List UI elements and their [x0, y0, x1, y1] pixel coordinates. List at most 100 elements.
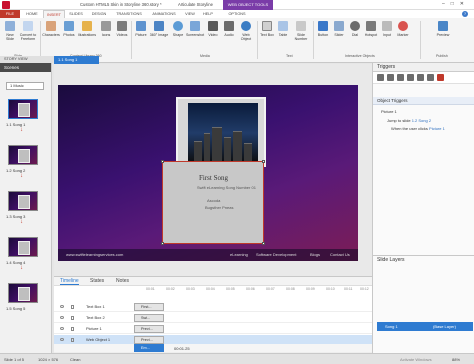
photos-button[interactable]: Photos: [61, 21, 77, 37]
screenshot-button[interactable]: Screenshot: [186, 21, 204, 37]
resize-handle[interactable]: [262, 160, 265, 163]
picture-1[interactable]: [176, 97, 266, 167]
edit-trigger-icon[interactable]: [387, 74, 394, 81]
marker-button[interactable]: Marker: [395, 21, 411, 37]
tab-insert[interactable]: INSERT: [43, 10, 65, 18]
divider: [313, 21, 314, 59]
ruler-tick: 00:08: [286, 287, 295, 291]
lock-icon[interactable]: [71, 316, 74, 320]
audio-button[interactable]: Audio: [221, 21, 237, 37]
app-name: Articulate Storyline: [178, 2, 213, 7]
illustrations-button[interactable]: Illustrations: [77, 21, 97, 37]
base-layer-row[interactable]: Song 1 (Base Layer): [377, 322, 473, 331]
tab-help[interactable]: HELP: [200, 10, 216, 18]
slide-thumbnail[interactable]: [8, 237, 38, 257]
web-object-button[interactable]: Web Object: [237, 21, 255, 41]
scene-selector[interactable]: 1 Music: [6, 82, 44, 90]
ruler-tick: 00:06: [246, 287, 255, 291]
picture-button[interactable]: Picture: [133, 21, 149, 37]
tab-slides[interactable]: SLIDES: [66, 10, 86, 18]
story-view-button[interactable]: STORY VIEW: [0, 56, 60, 63]
videos-button[interactable]: Videos: [114, 21, 130, 37]
paste-icon[interactable]: [427, 74, 434, 81]
timeline-bar[interactable]: First...: [134, 303, 164, 311]
table-button[interactable]: Table: [275, 21, 291, 37]
slide-thumbnail[interactable]: [8, 283, 38, 303]
tab-options[interactable]: OPTIONS: [223, 10, 251, 18]
tab-design[interactable]: DESIGN: [88, 10, 110, 18]
slide-number-button[interactable]: Slide Number: [291, 21, 311, 41]
tab-animations[interactable]: ANIMATIONS: [148, 10, 180, 18]
timeline-bar[interactable]: Previ...: [134, 336, 164, 344]
characters-button[interactable]: Characters: [42, 21, 60, 37]
eye-icon[interactable]: [60, 316, 64, 319]
scenes-header: Scenes: [0, 63, 51, 72]
shape-button[interactable]: Shape: [170, 21, 186, 37]
ruler-tick: 00:05: [226, 287, 235, 291]
video-button[interactable]: Video: [205, 21, 221, 37]
tab-file[interactable]: FILE: [0, 10, 20, 18]
timeline-bar[interactable]: Em...: [134, 344, 164, 352]
move-up-icon[interactable]: [397, 74, 404, 81]
slide-thumbnail[interactable]: [8, 99, 38, 119]
new-trigger-icon[interactable]: [377, 74, 384, 81]
slide-stage[interactable]: First Song Swift eLearning Song Number 0…: [58, 85, 358, 261]
slide-layers-panel: Slide Layers Song 1 (Base Layer): [372, 255, 474, 353]
timeline-row[interactable]: Text Box 1 First...: [54, 302, 372, 312]
tab-notes[interactable]: Notes: [116, 278, 129, 284]
trigger-action[interactable]: Jump to slide 1.2 Song 2: [387, 118, 431, 123]
timeline-row[interactable]: Picture 1 Previ...: [54, 324, 372, 334]
convert-to-freeform-button[interactable]: Convert to Freeform: [18, 21, 38, 41]
eye-icon[interactable]: [60, 305, 64, 308]
zoom-level[interactable]: 88%: [452, 354, 460, 364]
resize-handle[interactable]: [161, 242, 164, 245]
icons-button[interactable]: Icons: [98, 21, 114, 37]
ribbon-tabs: FILE HOME INSERT SLIDES DESIGN TRANSITIO…: [0, 10, 474, 18]
trigger-condition-link[interactable]: Picture 1: [429, 126, 445, 131]
layer-name: Song 1: [385, 324, 398, 329]
delete-icon[interactable]: [437, 74, 444, 81]
new-slide-button[interactable]: New Slide: [2, 21, 18, 41]
tab-home[interactable]: HOME: [22, 10, 42, 18]
hotspot-button[interactable]: Hotspot: [363, 21, 379, 37]
trigger-action-link[interactable]: 1.2 Song 2: [412, 118, 431, 123]
arrow-down-icon: ↓: [20, 219, 23, 225]
button-button[interactable]: Button: [315, 21, 331, 37]
window-controls[interactable]: –□✕: [442, 1, 470, 7]
slide-thumbnail[interactable]: [8, 145, 38, 165]
trigger-object[interactable]: Picture 1: [381, 109, 397, 114]
slide-thumbnail[interactable]: [8, 191, 38, 211]
ruler-tick: 00:03: [186, 287, 195, 291]
card-line: Bugsther Pneas: [205, 205, 234, 210]
resize-handle[interactable]: [262, 242, 265, 245]
move-down-icon[interactable]: [407, 74, 414, 81]
characters-icon: [46, 21, 56, 31]
tab-timeline[interactable]: Timeline: [60, 278, 79, 285]
image-360-button[interactable]: 360° Image: [149, 21, 169, 37]
eye-icon[interactable]: [60, 338, 64, 341]
tab-current-slide[interactable]: 1.1 Song 1: [54, 56, 99, 64]
input-button[interactable]: Input: [379, 21, 395, 37]
tab-transitions[interactable]: TRANSITIONS: [112, 10, 146, 18]
help-icon[interactable]: ?: [462, 11, 468, 17]
text-box-button[interactable]: Text Box: [259, 21, 275, 37]
lock-icon[interactable]: [71, 338, 74, 342]
lock-icon[interactable]: [71, 305, 74, 309]
timeline-ruler[interactable]: 00:01 00:02 00:03 00:04 00:05 00:06 00:0…: [132, 287, 372, 292]
resize-handle[interactable]: [161, 160, 164, 163]
group-text: Text: [286, 54, 293, 58]
slider-button[interactable]: Slider: [331, 21, 347, 37]
tab-view[interactable]: VIEW: [182, 10, 198, 18]
web-object-card[interactable]: First Song Swift eLearning Song Number 0…: [161, 160, 265, 245]
timeline-row[interactable]: Text Box 2 Swi...: [54, 313, 372, 323]
lock-icon[interactable]: [71, 327, 74, 331]
timeline-bar[interactable]: Swi...: [134, 314, 164, 322]
copy-icon[interactable]: [417, 74, 424, 81]
object-triggers-section[interactable]: Object Triggers: [373, 97, 474, 105]
dial-button[interactable]: Dial: [347, 21, 363, 37]
timeline-bar[interactable]: Previ...: [134, 325, 164, 333]
eye-icon[interactable]: [60, 327, 64, 330]
tab-states[interactable]: States: [90, 278, 104, 284]
preview-button[interactable]: Preview: [434, 21, 452, 37]
trigger-condition[interactable]: When the user clicks Picture 1: [391, 126, 445, 131]
